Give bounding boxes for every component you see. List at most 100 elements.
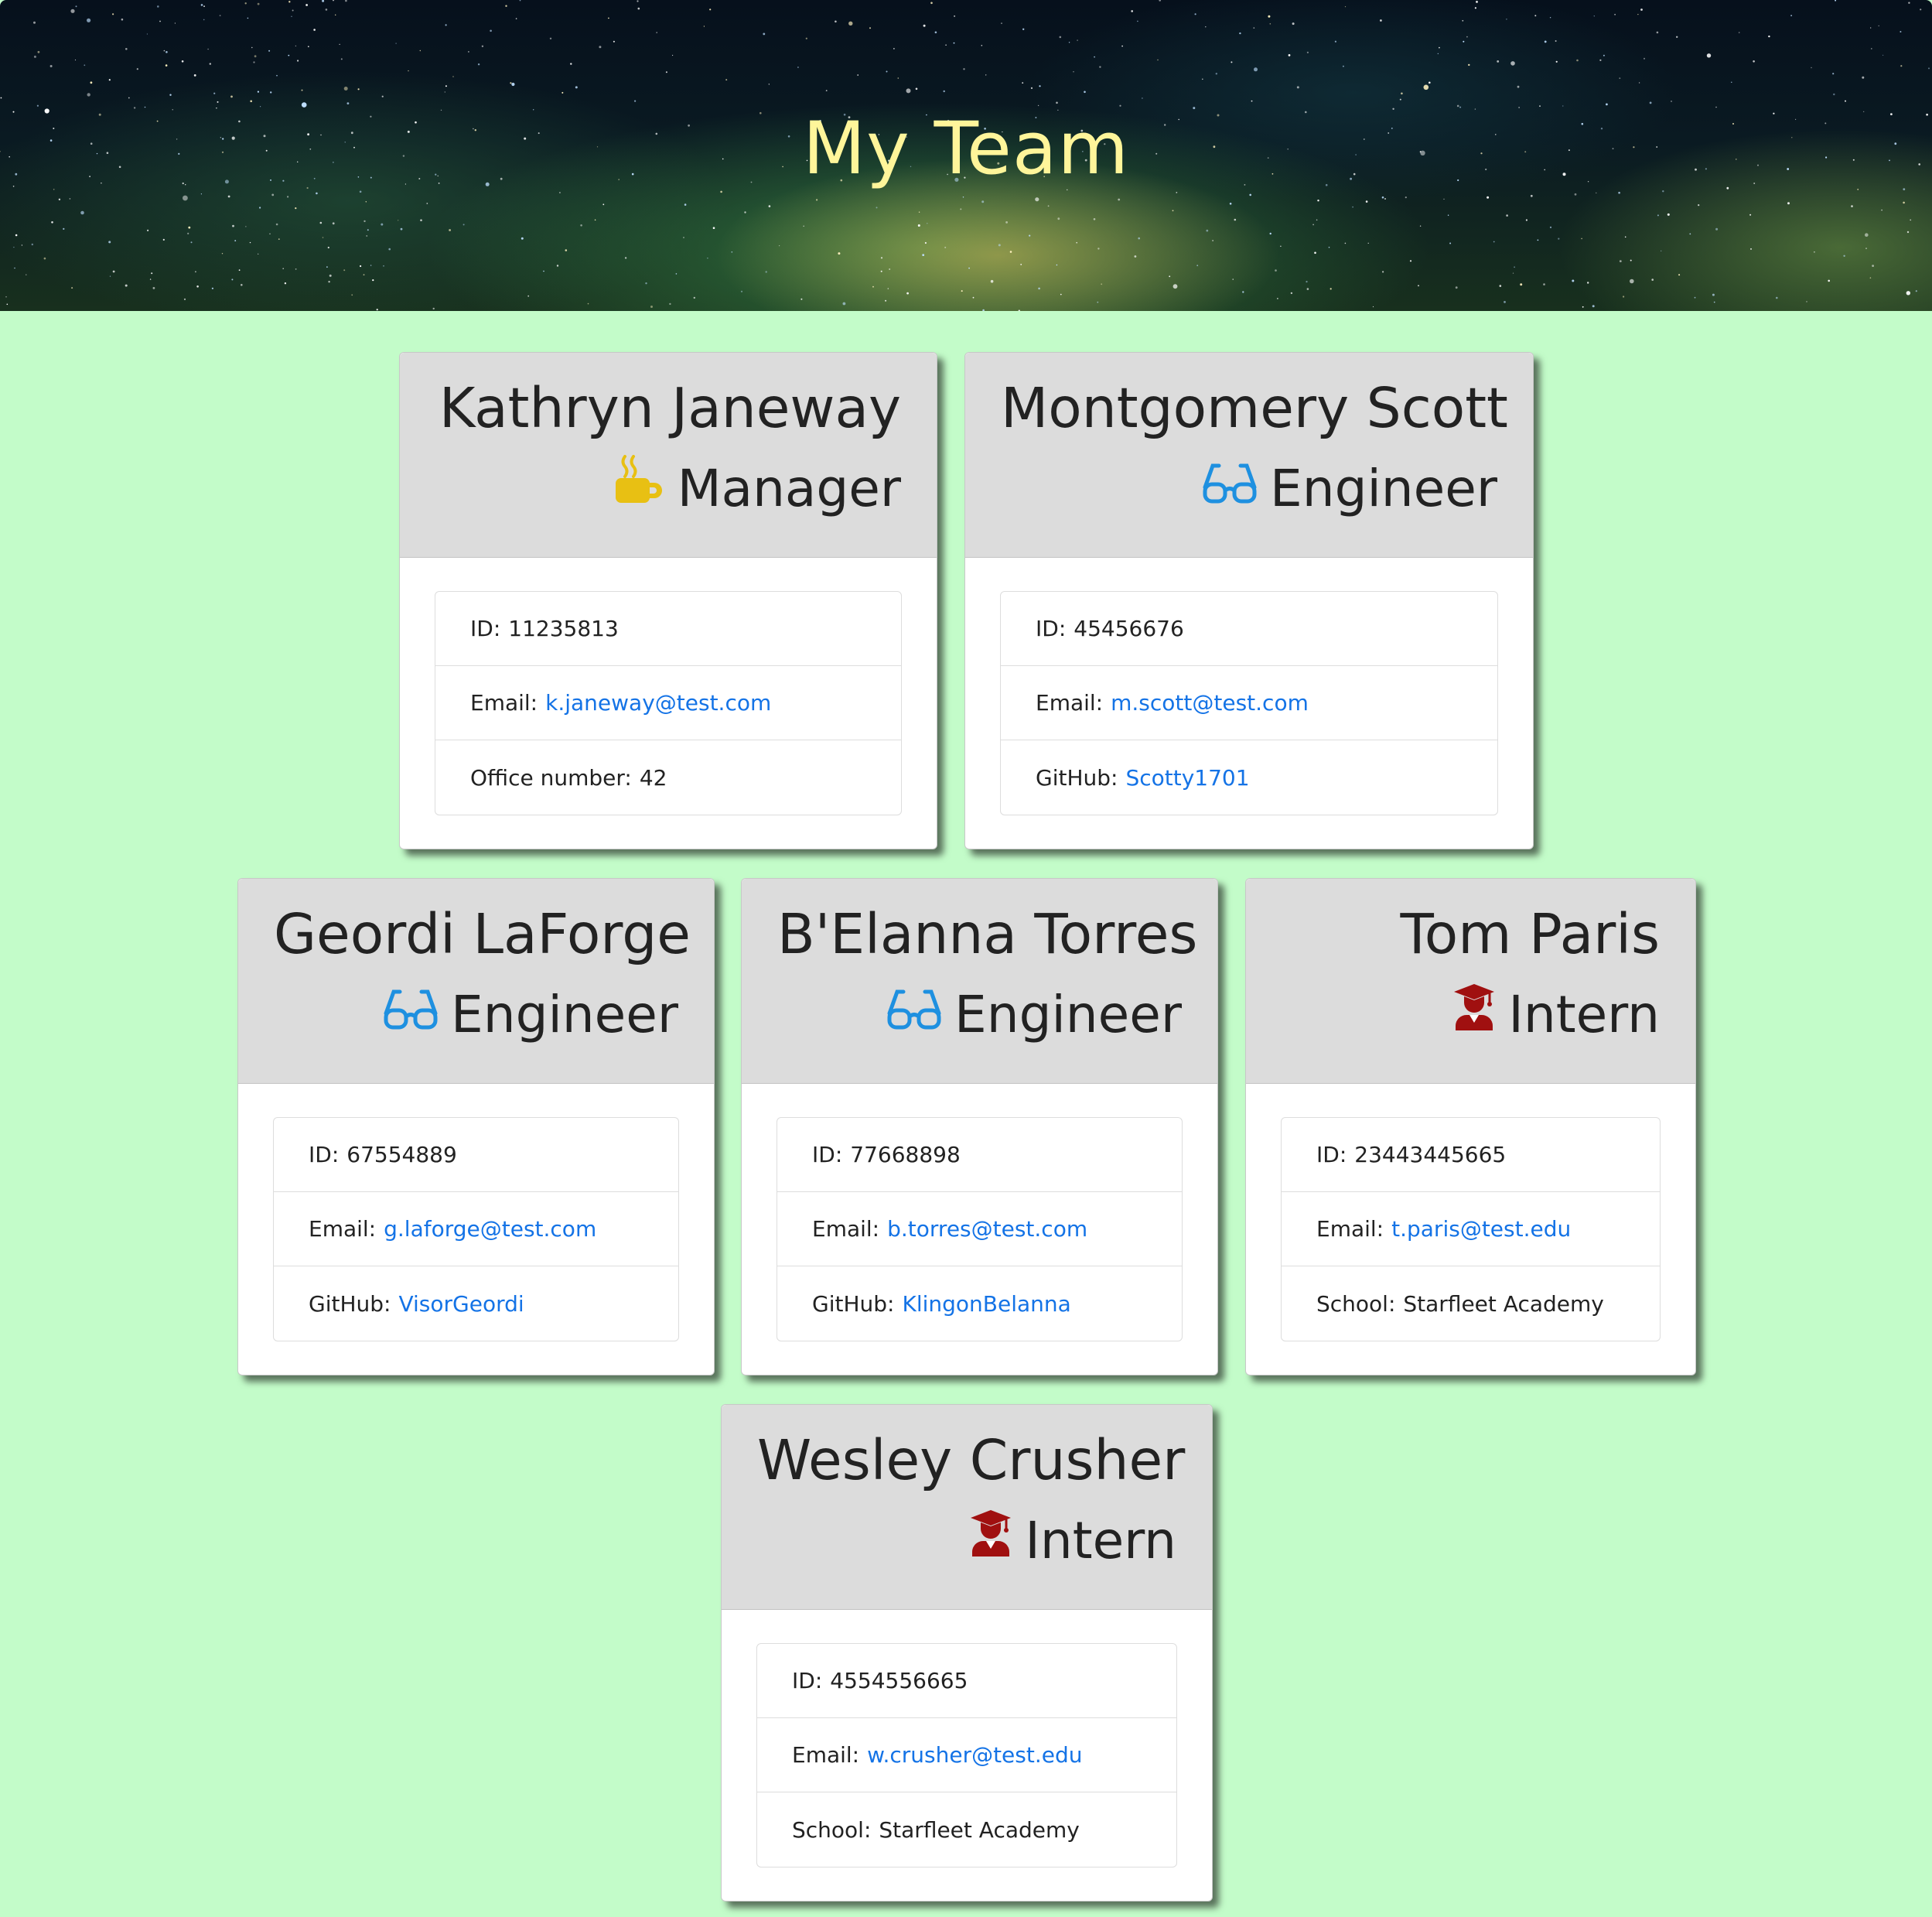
office-value: 42 bbox=[639, 764, 667, 791]
employee-name: B'Elanna Torres bbox=[777, 902, 1198, 966]
github-label: GitHub: bbox=[812, 1290, 895, 1317]
card-body: ID: 45456676 Email: m.scott@test.com Git… bbox=[965, 558, 1533, 849]
email-label: Email: bbox=[792, 1742, 860, 1768]
details-list: ID: 45456676 Email: m.scott@test.com Git… bbox=[1000, 591, 1498, 815]
email-label: Email: bbox=[812, 1216, 880, 1242]
page-title: My Team bbox=[802, 107, 1130, 191]
role-label: Engineer bbox=[451, 985, 678, 1044]
email-row: Email: w.crusher@test.edu bbox=[757, 1718, 1176, 1792]
email-row: Email: b.torres@test.com bbox=[777, 1192, 1182, 1266]
card-header: Geordi LaForge Engineer bbox=[238, 879, 714, 1084]
email-link[interactable]: w.crusher@test.edu bbox=[867, 1742, 1082, 1768]
employee-name: Montgomery Scott bbox=[1001, 376, 1508, 440]
card-body: ID: 67554889 Email: g.laforge@test.com G… bbox=[238, 1084, 714, 1375]
email-row: Email: t.paris@test.edu bbox=[1282, 1192, 1660, 1266]
card-body: ID: 23443445665 Email: t.paris@test.edu … bbox=[1246, 1084, 1695, 1375]
card-body: ID: 77668898 Email: b.torres@test.com Gi… bbox=[742, 1084, 1217, 1375]
email-label: Email: bbox=[309, 1216, 377, 1242]
office-row: Office number: 42 bbox=[435, 740, 901, 815]
id-label: ID: bbox=[309, 1142, 340, 1167]
school-row: School: Starfleet Academy bbox=[757, 1792, 1176, 1867]
github-label: GitHub: bbox=[1036, 764, 1118, 791]
employee-role: Engineer bbox=[1001, 452, 1497, 529]
email-row: Email: m.scott@test.com bbox=[1001, 666, 1497, 740]
role-label: Intern bbox=[1025, 1511, 1176, 1570]
github-label: GitHub: bbox=[309, 1290, 391, 1317]
card-body: ID: 4554556665 Email: w.crusher@test.edu… bbox=[722, 1610, 1212, 1902]
school-label: School: bbox=[1316, 1290, 1396, 1317]
card-header: Montgomery Scott Engineer bbox=[965, 353, 1533, 558]
glasses-icon bbox=[886, 976, 942, 1051]
office-label: Office number: bbox=[470, 764, 632, 791]
id-label: ID: bbox=[1036, 616, 1067, 641]
header-banner: My Team bbox=[0, 0, 1932, 311]
details-list: ID: 23443445665 Email: t.paris@test.edu … bbox=[1281, 1117, 1661, 1341]
github-row: GitHub: KlingonBelanna bbox=[777, 1266, 1182, 1341]
email-label: Email: bbox=[470, 690, 538, 716]
employee-name: Geordi LaForge bbox=[274, 902, 691, 966]
employee-role: Intern bbox=[757, 1504, 1176, 1581]
github-row: GitHub: VisorGeordi bbox=[274, 1266, 678, 1341]
email-label: Email: bbox=[1036, 690, 1104, 716]
employee-card-intern: Wesley Crusher Intern ID: 4554556665 Ema… bbox=[721, 1404, 1213, 1902]
role-label: Engineer bbox=[954, 985, 1182, 1044]
github-link[interactable]: Scotty1701 bbox=[1125, 765, 1249, 791]
details-list: ID: 4554556665 Email: w.crusher@test.edu… bbox=[756, 1643, 1177, 1867]
id-row: ID: 77668898 bbox=[777, 1118, 1182, 1192]
id-value: 11235813 bbox=[508, 616, 619, 641]
role-label: Intern bbox=[1508, 985, 1660, 1044]
id-label: ID: bbox=[812, 1142, 843, 1167]
id-label: ID: bbox=[470, 616, 501, 641]
id-value: 45456676 bbox=[1074, 616, 1184, 641]
email-link[interactable]: b.torres@test.com bbox=[887, 1216, 1087, 1242]
employee-name: Kathryn Janeway bbox=[439, 376, 901, 440]
role-label: Engineer bbox=[1270, 459, 1497, 518]
employee-card-engineer: Geordi LaForge Engineer ID: 67554889 Ema… bbox=[237, 878, 715, 1375]
employee-role: Intern bbox=[1282, 978, 1660, 1055]
details-list: ID: 67554889 Email: g.laforge@test.com G… bbox=[273, 1117, 679, 1341]
email-link[interactable]: t.paris@test.edu bbox=[1391, 1216, 1571, 1242]
email-label: Email: bbox=[1316, 1216, 1384, 1242]
github-link[interactable]: KlingonBelanna bbox=[902, 1291, 1070, 1317]
details-list: ID: 77668898 Email: b.torres@test.com Gi… bbox=[777, 1117, 1183, 1341]
glasses-icon bbox=[383, 976, 439, 1051]
id-row: ID: 4554556665 bbox=[757, 1644, 1176, 1718]
card-header: Wesley Crusher Intern bbox=[722, 1405, 1212, 1610]
employee-name: Tom Paris bbox=[1400, 902, 1660, 966]
graduate-icon bbox=[969, 1502, 1012, 1577]
school-row: School: Starfleet Academy bbox=[1282, 1266, 1660, 1341]
school-label: School: bbox=[792, 1816, 872, 1843]
id-row: ID: 67554889 bbox=[274, 1118, 678, 1192]
email-link[interactable]: k.janeway@test.com bbox=[545, 690, 771, 716]
card-body: ID: 11235813 Email: k.janeway@test.com O… bbox=[400, 558, 937, 849]
employee-card-engineer: B'Elanna Torres Engineer ID: 77668898 Em… bbox=[741, 878, 1218, 1375]
github-link[interactable]: VisorGeordi bbox=[398, 1291, 524, 1317]
id-row: ID: 45456676 bbox=[1001, 592, 1497, 666]
card-header: B'Elanna Torres Engineer bbox=[742, 879, 1217, 1084]
employee-role: Engineer bbox=[777, 978, 1182, 1055]
email-row: Email: g.laforge@test.com bbox=[274, 1192, 678, 1266]
id-label: ID: bbox=[1316, 1142, 1347, 1167]
id-value: 4554556665 bbox=[830, 1668, 968, 1693]
employee-card-intern: Tom Paris Intern ID: 23443445665 Email: … bbox=[1245, 878, 1696, 1375]
glasses-icon bbox=[1202, 450, 1258, 525]
school-value: Starfleet Academy bbox=[879, 1816, 1080, 1843]
id-value: 67554889 bbox=[346, 1142, 457, 1167]
details-list: ID: 11235813 Email: k.janeway@test.com O… bbox=[435, 591, 902, 815]
id-row: ID: 23443445665 bbox=[1282, 1118, 1660, 1192]
mug-icon bbox=[614, 450, 665, 525]
employee-card-engineer: Montgomery Scott Engineer ID: 45456676 E… bbox=[964, 352, 1534, 849]
card-header: Tom Paris Intern bbox=[1246, 879, 1695, 1084]
email-link[interactable]: g.laforge@test.com bbox=[384, 1216, 596, 1242]
id-value: 77668898 bbox=[850, 1142, 961, 1167]
employee-card-manager: Kathryn Janeway Manager ID: 11235813 Ema… bbox=[399, 352, 937, 849]
id-value: 23443445665 bbox=[1354, 1142, 1507, 1167]
email-row: Email: k.janeway@test.com bbox=[435, 666, 901, 740]
graduate-icon bbox=[1452, 976, 1496, 1051]
email-link[interactable]: m.scott@test.com bbox=[1111, 690, 1309, 716]
school-value: Starfleet Academy bbox=[1403, 1290, 1604, 1317]
id-label: ID: bbox=[792, 1668, 823, 1693]
page: My Team Kathryn Janeway Manager ID: 1123… bbox=[0, 0, 1932, 1917]
employee-role: Engineer bbox=[274, 978, 678, 1055]
card-header: Kathryn Janeway Manager bbox=[400, 353, 937, 558]
